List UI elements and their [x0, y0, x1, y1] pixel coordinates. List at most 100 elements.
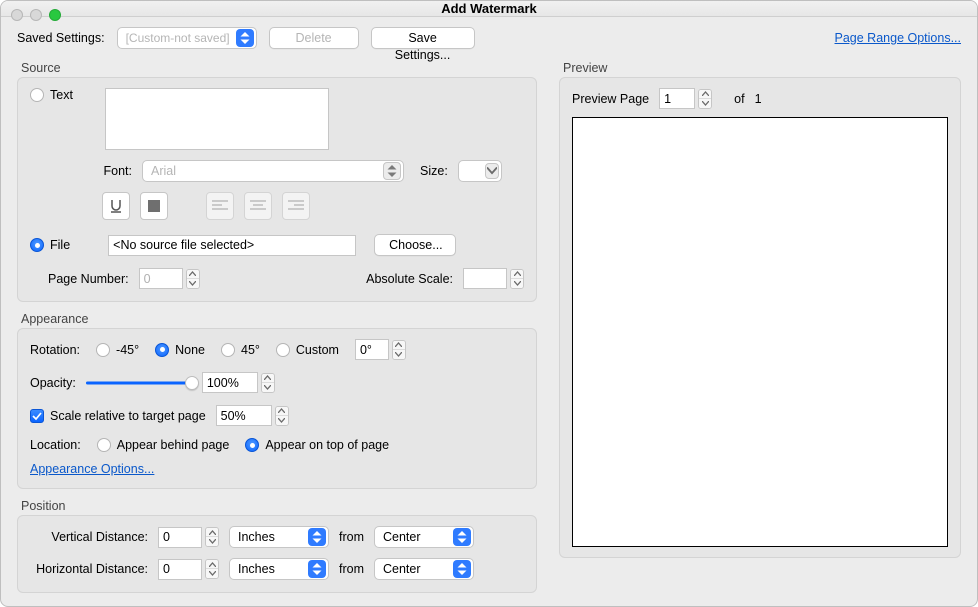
page-number-up-icon[interactable] [187, 270, 199, 279]
vdist-label: Vertical Distance: [30, 530, 148, 544]
preview-page-up-icon[interactable] [699, 90, 711, 99]
saved-settings-value: [Custom-not saved] [126, 31, 232, 45]
preview-page-field[interactable] [659, 88, 695, 109]
position-title: Position [21, 499, 537, 513]
absolute-scale-down-icon[interactable] [511, 279, 523, 288]
saved-settings-label: Saved Settings: [17, 31, 105, 45]
location-label: Location: [30, 438, 81, 452]
preview-page-stepper[interactable] [659, 88, 712, 109]
opacity-field[interactable] [202, 372, 258, 393]
hdist-unit-dropdown[interactable]: Inches [229, 558, 329, 580]
size-label: Size: [420, 164, 448, 178]
rotation-custom-stepper[interactable] [355, 339, 406, 360]
position-group: Vertical Distance: Inches fr [17, 515, 537, 593]
font-label: Font: [96, 164, 132, 178]
preview-total-pages: 1 [755, 92, 762, 106]
right-column: Preview Preview Page of 1 [559, 55, 961, 603]
absolute-scale-up-icon[interactable] [511, 270, 523, 279]
source-text-label: Text [50, 88, 73, 102]
watermark-text-input[interactable] [105, 88, 329, 150]
rotation-none-radio[interactable]: None [155, 343, 205, 357]
hdist-label: Horizontal Distance: [30, 562, 148, 576]
add-watermark-window: Add Watermark Saved Settings: [Custom-no… [0, 0, 978, 607]
preview-canvas [572, 117, 948, 547]
scale-up-icon[interactable] [276, 407, 288, 416]
align-left-icon[interactable] [206, 192, 234, 220]
hdist-down-icon[interactable] [206, 569, 218, 578]
window-title: Add Watermark [441, 1, 537, 16]
location-behind-radio[interactable]: Appear behind page [97, 438, 230, 452]
hdist-stepper[interactable] [158, 559, 219, 580]
vdist-unit-dropdown[interactable]: Inches [229, 526, 329, 548]
scale-relative-label: Scale relative to target page [50, 409, 206, 423]
vdist-down-icon[interactable] [206, 537, 218, 546]
opacity-value-stepper[interactable] [202, 372, 275, 393]
page-number-stepper[interactable] [139, 268, 200, 289]
align-right-icon[interactable] [282, 192, 310, 220]
size-dropdown[interactable] [458, 160, 502, 182]
scale-relative-field[interactable] [216, 405, 272, 426]
absolute-scale-field[interactable] [463, 268, 507, 289]
save-settings-button[interactable]: Save Settings... [371, 27, 475, 49]
align-center-icon[interactable] [244, 192, 272, 220]
page-number-field[interactable] [139, 268, 183, 289]
window-controls [11, 1, 61, 29]
footer: Help Apply to Multiple Files Cancel OK [17, 603, 961, 607]
delete-button[interactable]: Delete [269, 27, 359, 49]
page-range-options-link[interactable]: Page Range Options... [835, 31, 961, 45]
preview-title: Preview [563, 61, 961, 75]
from-label-2: from [339, 562, 364, 576]
page-number-down-icon[interactable] [187, 279, 199, 288]
opacity-down-icon[interactable] [262, 383, 274, 392]
choose-file-button[interactable]: Choose... [374, 234, 456, 256]
preview-page-down-icon[interactable] [699, 99, 711, 108]
opacity-label: Opacity: [30, 376, 76, 390]
opacity-up-icon[interactable] [262, 374, 274, 383]
source-file-label: File [50, 238, 70, 252]
main-columns: Source Text Font: Arial [17, 55, 961, 603]
page-number-label: Page Number: [48, 272, 129, 286]
hdist-from-dropdown[interactable]: Center [374, 558, 474, 580]
preview-of-label: of [734, 92, 744, 106]
source-text-radio[interactable]: Text [30, 88, 73, 102]
location-ontop-radio[interactable]: Appear on top of page [245, 438, 389, 452]
underline-icon[interactable] [102, 192, 130, 220]
absolute-scale-stepper[interactable] [463, 268, 524, 289]
saved-settings-dropdown[interactable]: [Custom-not saved] [117, 27, 257, 49]
minimize-icon[interactable] [30, 9, 42, 21]
hdist-field[interactable] [158, 559, 202, 580]
rotation-neg45-radio[interactable]: -45° [96, 343, 139, 357]
maximize-icon[interactable] [49, 9, 61, 21]
source-title: Source [21, 61, 537, 75]
text-color-icon[interactable] [140, 192, 168, 220]
opacity-slider[interactable] [86, 374, 192, 392]
scale-relative-checkbox[interactable]: Scale relative to target page [30, 409, 206, 423]
appearance-options-link[interactable]: Appearance Options... [30, 462, 154, 476]
appearance-group: Rotation: -45° None 45° Custom [17, 328, 537, 489]
absolute-scale-label: Absolute Scale: [366, 272, 453, 286]
source-file-radio[interactable]: File [30, 238, 70, 252]
rotation-label: Rotation: [30, 343, 80, 357]
hdist-up-icon[interactable] [206, 560, 218, 569]
rotation-custom-radio[interactable]: Custom [276, 343, 339, 357]
file-path-field[interactable] [108, 235, 356, 256]
scale-down-icon[interactable] [276, 416, 288, 425]
rotation-custom-field[interactable] [355, 339, 389, 360]
rotation-up-icon[interactable] [393, 341, 405, 350]
from-label: from [339, 530, 364, 544]
left-column: Source Text Font: Arial [17, 55, 537, 603]
source-group: Text Font: Arial Size: [17, 77, 537, 302]
titlebar: Add Watermark [1, 1, 977, 17]
close-icon[interactable] [11, 9, 23, 21]
vdist-stepper[interactable] [158, 527, 219, 548]
font-dropdown[interactable]: Arial [142, 160, 404, 182]
rotation-down-icon[interactable] [393, 350, 405, 359]
content: Saved Settings: [Custom-not saved] Delet… [1, 17, 977, 607]
saved-settings-row: Saved Settings: [Custom-not saved] Delet… [17, 27, 961, 49]
scale-relative-stepper[interactable] [216, 405, 289, 426]
vdist-up-icon[interactable] [206, 528, 218, 537]
font-value: Arial [151, 164, 379, 178]
vdist-from-dropdown[interactable]: Center [374, 526, 474, 548]
rotation-45-radio[interactable]: 45° [221, 343, 260, 357]
vdist-field[interactable] [158, 527, 202, 548]
